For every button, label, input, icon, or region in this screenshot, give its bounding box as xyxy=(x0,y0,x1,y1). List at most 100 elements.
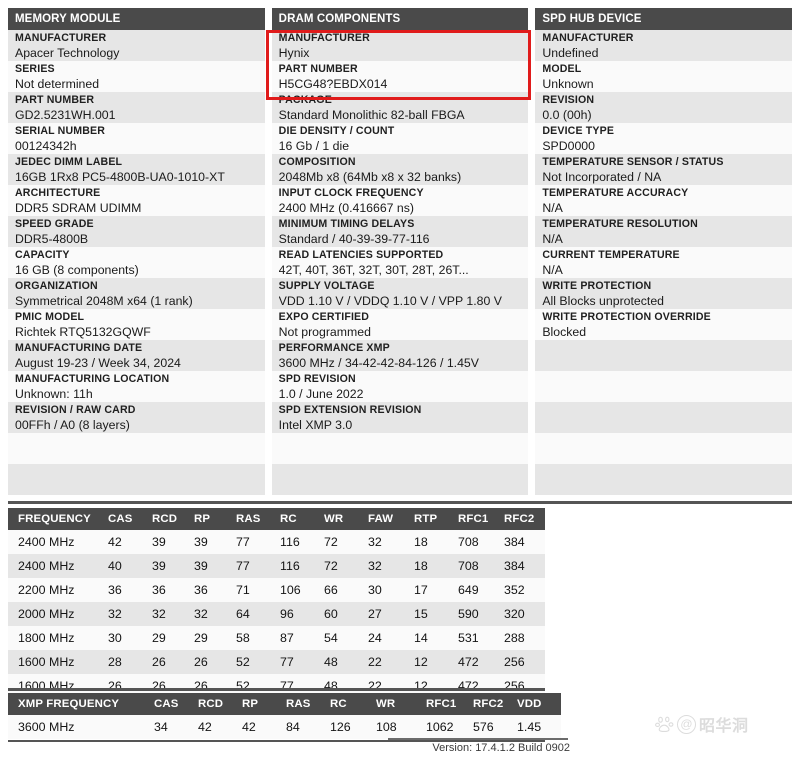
field-row-empty xyxy=(271,464,529,495)
col-header-rfc1: RFC1 xyxy=(458,508,504,530)
cell-frequency: 2000 MHz xyxy=(8,602,108,626)
cell-rc: 96 xyxy=(280,602,324,626)
field-label: SPD REVISION xyxy=(278,373,356,385)
column-header-memory-module: MEMORY MODULE xyxy=(8,8,265,30)
field-label: MINIMUM TIMING DELAYS xyxy=(278,218,415,230)
field-row: REVISION / RAW CARD 00FFh / A0 (8 layers) xyxy=(8,402,265,433)
field-value: Undefined xyxy=(542,46,599,60)
field-value: DDR5 SDRAM UDIMM xyxy=(15,201,142,215)
cell-rcd: 39 xyxy=(152,554,194,578)
table-row: 1800 MHz 30 29 29 58 87 54 24 14 531 288 xyxy=(8,626,545,650)
field-value: 3600 MHz / 34-42-42-84-126 / 1.45V xyxy=(278,356,479,370)
cell-rtp: 17 xyxy=(414,578,458,602)
field-list-memory-module: MANUFACTURER Apacer Technology SERIES Not … xyxy=(8,30,265,495)
field-label: TEMPERATURE SENSOR / STATUS xyxy=(542,156,724,168)
cell-faw: 30 xyxy=(368,578,414,602)
cell-wr: 54 xyxy=(324,626,368,650)
cell-rcd: 32 xyxy=(152,602,194,626)
field-row: PART NUMBER GD2.5231WH.001 xyxy=(8,92,265,123)
field-value: 16 Gb / 1 die xyxy=(278,139,350,153)
field-label: SPEED GRADE xyxy=(15,218,94,230)
field-value: 1.0 / June 2022 xyxy=(278,387,364,401)
cell-ras: 64 xyxy=(236,602,280,626)
field-row: ORGANIZATION Symmetrical 2048M x64 (1 ran… xyxy=(8,278,265,309)
field-row-empty xyxy=(271,433,529,464)
field-label: MANUFACTURING DATE xyxy=(15,342,143,354)
xmp-table-body: 3600 MHz 34 42 42 84 126 108 1062 576 1.… xyxy=(8,715,561,739)
field-label: MANUFACTURER xyxy=(542,32,634,44)
cell-rfc1: 649 xyxy=(458,578,504,602)
field-label: TEMPERATURE ACCURACY xyxy=(542,187,689,199)
cell-rc: 77 xyxy=(280,650,324,674)
field-row: READ LATENCIES SUPPORTED 42T, 40T, 36T, 3… xyxy=(271,247,529,278)
col-header-rcd: RCD xyxy=(152,508,194,530)
field-value: 0.0 (00h) xyxy=(542,108,592,122)
cell-rtp: 18 xyxy=(414,530,458,554)
cell-rp: 29 xyxy=(194,626,236,650)
field-value: Richtek RTQ5132GQWF xyxy=(15,325,151,339)
field-row: SUPPLY VOLTAGE VDD 1.10 V / VDDQ 1.10 V /… xyxy=(271,278,529,309)
cell-rp: 39 xyxy=(194,554,236,578)
field-row: JEDEC DIMM LABEL 16GB 1Rx8 PC5-4800B-UA0-… xyxy=(8,154,265,185)
field-label: SERIAL NUMBER xyxy=(15,125,106,137)
col-header-rc: RC xyxy=(330,693,376,715)
field-value: 00124342h xyxy=(15,139,77,153)
field-list-dram-components: MANUFACTURER Hynix PART NUMBER H5CG48?EBDX… xyxy=(271,30,529,495)
field-value: 00FFh / A0 (8 layers) xyxy=(15,418,130,432)
col-header-cas: CAS xyxy=(154,693,198,715)
cell-rp: 26 xyxy=(194,650,236,674)
spd-report-window: MEMORY MODULE MANUFACTURER Apacer Technol… xyxy=(0,0,800,758)
cell-ras: 77 xyxy=(236,530,280,554)
col-header-cas: CAS xyxy=(108,508,152,530)
field-label: CAPACITY xyxy=(15,249,70,261)
field-row: PACKAGE Standard Monolithic 82-ball FBGA xyxy=(271,92,529,123)
field-row-empty xyxy=(535,464,793,495)
col-header-rcd: RCD xyxy=(198,693,242,715)
table-divider-rule xyxy=(8,688,545,691)
cell-wr: 48 xyxy=(324,650,368,674)
column-memory-module: MEMORY MODULE MANUFACTURER Apacer Technol… xyxy=(8,8,265,495)
cell-rfc2: 256 xyxy=(504,650,545,674)
field-value: Unknown xyxy=(542,77,594,91)
cell-rcd: 26 xyxy=(152,650,194,674)
field-row: MANUFACTURING LOCATION Unknown: 11h xyxy=(8,371,265,402)
field-row: MANUFACTURING DATE August 19-23 / Week 34… xyxy=(8,340,265,371)
cell-ras: 58 xyxy=(236,626,280,650)
cell-rtp: 18 xyxy=(414,554,458,578)
cell-faw: 32 xyxy=(368,554,414,578)
cell-ras: 84 xyxy=(286,715,330,739)
cell-vdd: 1.45 xyxy=(517,715,561,739)
cell-wr: 60 xyxy=(324,602,368,626)
cell-rcd: 29 xyxy=(152,626,194,650)
field-label: TEMPERATURE RESOLUTION xyxy=(542,218,698,230)
field-label: PART NUMBER xyxy=(15,94,95,106)
cell-rc: 116 xyxy=(280,554,324,578)
cell-rfc1: 1062 xyxy=(426,715,473,739)
cell-rfc1: 472 xyxy=(458,650,504,674)
cell-faw: 24 xyxy=(368,626,414,650)
field-label: MANUFACTURER xyxy=(278,32,370,44)
xmp-timing-table: XMP FREQUENCY CAS RCD RP RAS RC WR RFC1 … xyxy=(8,693,561,739)
cell-ras: 71 xyxy=(236,578,280,602)
cell-rfc1: 708 xyxy=(458,530,504,554)
field-row-empty xyxy=(8,433,265,464)
field-row-empty xyxy=(535,371,793,402)
field-value: SPD0000 xyxy=(542,139,595,153)
field-row: TEMPERATURE RESOLUTION N/A xyxy=(535,216,793,247)
cell-rfc2: 320 xyxy=(504,602,545,626)
field-value: 42T, 40T, 36T, 32T, 30T, 28T, 26T... xyxy=(278,263,469,277)
field-row: PERFORMANCE XMP 3600 MHz / 34-42-42-84-12… xyxy=(271,340,529,371)
field-row: WRITE PROTECTION OVERRIDE Blocked xyxy=(535,309,793,340)
cell-faw: 22 xyxy=(368,650,414,674)
col-header-xmp-frequency: XMP FREQUENCY xyxy=(8,693,154,715)
cell-wr: 66 xyxy=(324,578,368,602)
field-label: ORGANIZATION xyxy=(15,280,98,292)
cell-wr: 72 xyxy=(324,554,368,578)
field-value: N/A xyxy=(542,232,563,246)
field-label: EXPO CERTIFIED xyxy=(278,311,370,323)
field-row: MINIMUM TIMING DELAYS Standard / 40-39-39… xyxy=(271,216,529,247)
field-list-spd-hub-device: MANUFACTURER Undefined MODEL Unknown REVIS… xyxy=(535,30,793,495)
cell-cas: 40 xyxy=(108,554,152,578)
field-label: PMIC MODEL xyxy=(15,311,85,323)
field-label: JEDEC DIMM LABEL xyxy=(15,156,123,168)
